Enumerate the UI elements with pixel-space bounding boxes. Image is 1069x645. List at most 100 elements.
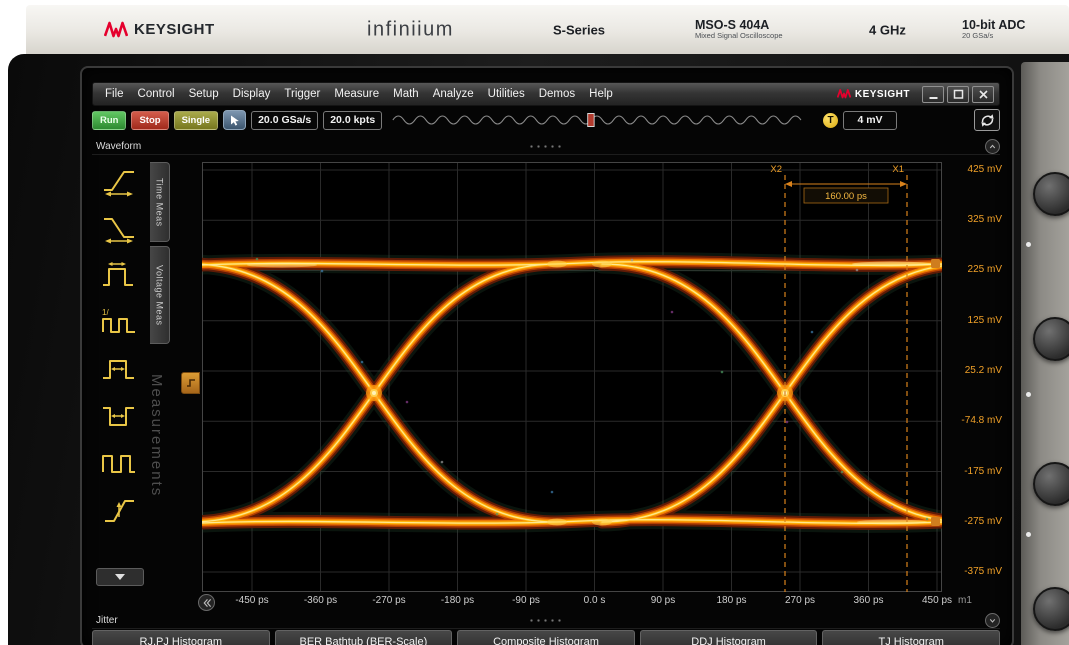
- collapse-up-button[interactable]: [985, 139, 1000, 154]
- y-label: -74.8 mV: [961, 415, 1002, 426]
- negative-width-icon[interactable]: [99, 399, 139, 433]
- x-label: -90 ps: [512, 595, 540, 606]
- rise-time-icon[interactable]: [99, 164, 139, 198]
- bandwidth-label: 4 GHz: [869, 22, 906, 37]
- maximize-button[interactable]: [947, 86, 969, 103]
- oscilloscope-front: KEYSIGHT infiniium S-Series MSO-S 404A M…: [0, 0, 1069, 645]
- touch-toggle-button[interactable]: [223, 110, 246, 130]
- panel-knob[interactable]: [1033, 172, 1069, 216]
- slide-out-handle[interactable]: [181, 372, 200, 394]
- right-edge-marker-top[interactable]: [931, 259, 940, 268]
- waveform-tab[interactable]: Waveform: [92, 141, 141, 152]
- menu-bar: File Control Setup Display Trigger Measu…: [92, 82, 1000, 106]
- positive-width-icon[interactable]: [99, 352, 139, 386]
- front-panel-controls: [1021, 62, 1069, 645]
- adc-subtitle: 20 GSa/s: [962, 32, 1025, 40]
- jitter-panel-header: Jitter: [92, 612, 1000, 629]
- run-button[interactable]: Run: [92, 111, 126, 130]
- panel-knob[interactable]: [1033, 317, 1069, 361]
- composite-histogram-button[interactable]: Composite Histogram: [457, 630, 635, 645]
- scroll-down-button[interactable]: [96, 568, 144, 586]
- triangle-down-icon: [115, 574, 125, 580]
- tab-time-meas[interactable]: Time Meas: [150, 162, 170, 242]
- x-label: 0.0 s: [584, 595, 606, 606]
- ddj-histogram-button[interactable]: DDJ Histogram: [640, 630, 818, 645]
- drag-dots-icon[interactable]: [528, 145, 564, 148]
- panel-led: [1026, 532, 1031, 537]
- x-label: 90 ps: [651, 595, 675, 606]
- close-button[interactable]: [972, 86, 994, 103]
- x-label: -270 ps: [372, 595, 405, 606]
- rj-pj-histogram-button[interactable]: RJ,PJ Histogram: [92, 630, 270, 645]
- double-chevron-left-icon: [202, 597, 212, 609]
- maximize-icon: [952, 88, 965, 101]
- y-label: 125 mV: [968, 315, 1002, 326]
- timebase-position-strip[interactable]: [391, 111, 814, 129]
- single-button[interactable]: Single: [174, 111, 219, 130]
- x-label: 270 ps: [785, 595, 815, 606]
- x-label: -360 ps: [304, 595, 337, 606]
- slew-rate-icon[interactable]: [99, 493, 139, 527]
- menu-item-setup[interactable]: Setup: [182, 88, 226, 100]
- panel-knob[interactable]: [1033, 462, 1069, 506]
- tj-histogram-button[interactable]: TJ Histogram: [822, 630, 1000, 645]
- ber-bathtub-button[interactable]: BER Bathtub (BER-Scale): [275, 630, 453, 645]
- collapse-down-button[interactable]: [985, 613, 1000, 628]
- chevron-up-icon: [988, 142, 997, 151]
- menu-item-demos[interactable]: Demos: [532, 88, 582, 100]
- y-label: 325 mV: [968, 214, 1002, 225]
- sample-rate-readout[interactable]: 20.0 GSa/s: [251, 111, 318, 130]
- drag-dots-icon[interactable]: [528, 619, 564, 622]
- pointer-icon: [228, 114, 241, 127]
- panel-led: [1026, 242, 1031, 247]
- voltage-axis: 425 mV 325 mV 225 mV 125 mV 25.2 mV -74.…: [948, 162, 1008, 592]
- y-label: 425 mV: [968, 164, 1002, 175]
- menu-item-utilities[interactable]: Utilities: [481, 88, 532, 100]
- right-edge-marker-bottom[interactable]: [931, 517, 940, 526]
- y-label: 225 mV: [968, 264, 1002, 275]
- close-icon: [977, 88, 990, 101]
- menu-item-measure[interactable]: Measure: [327, 88, 386, 100]
- x-label: 180 ps: [716, 595, 746, 606]
- frequency-icon[interactable]: 1/: [99, 305, 139, 339]
- keysight-logo: KEYSIGHT: [104, 20, 215, 40]
- minimize-button[interactable]: [922, 86, 944, 103]
- x-label: 450 ps: [922, 595, 952, 606]
- memory-depth-readout[interactable]: 20.0 kpts: [323, 111, 382, 130]
- autoscale-button[interactable]: [974, 109, 1000, 131]
- eye-diagram-display[interactable]: X2 X1 160.00 ps: [202, 162, 942, 592]
- trigger-level-readout[interactable]: 4 mV: [843, 111, 897, 130]
- menu-item-display[interactable]: Display: [226, 88, 278, 100]
- marker-m1-label[interactable]: m1: [958, 595, 972, 606]
- acquisition-toolbar: Run Stop Single 20.0 GSa/s 20.0 kpts T: [92, 108, 1000, 132]
- fall-time-icon[interactable]: [99, 211, 139, 245]
- model-subtitle: Mixed Signal Oscilloscope: [695, 32, 783, 40]
- jitter-tab[interactable]: Jitter: [92, 615, 118, 626]
- x-label: -450 ps: [235, 595, 268, 606]
- period-icon[interactable]: [99, 258, 139, 292]
- y-label: 25.2 mV: [965, 365, 1002, 376]
- menu-item-math[interactable]: Math: [386, 88, 426, 100]
- menu-item-help[interactable]: Help: [582, 88, 620, 100]
- waveform-panel-header: Waveform: [92, 138, 1000, 155]
- y-label: -275 mV: [964, 516, 1002, 527]
- menu-item-control[interactable]: Control: [131, 88, 182, 100]
- panel-knob[interactable]: [1033, 587, 1069, 631]
- menu-item-trigger[interactable]: Trigger: [277, 88, 327, 100]
- cursor-delta-value: 160.00 ps: [825, 191, 867, 202]
- collapse-sidebar-button[interactable]: [198, 594, 215, 611]
- model-block: MSO-S 404A Mixed Signal Oscilloscope: [695, 19, 783, 41]
- menu-item-file[interactable]: File: [98, 88, 131, 100]
- stop-button[interactable]: Stop: [131, 111, 168, 130]
- measurements-watermark: Measurements: [148, 374, 165, 569]
- time-axis: -450 ps -360 ps -270 ps -180 ps -90 ps 0…: [202, 595, 942, 608]
- trigger-position-marker[interactable]: [588, 114, 594, 127]
- duty-cycle-icon[interactable]: [99, 446, 139, 480]
- trigger-indicator: T: [823, 113, 838, 128]
- measurement-icons: 1/: [94, 164, 144, 527]
- menu-item-analyze[interactable]: Analyze: [426, 88, 481, 100]
- grid-svg: X2 X1 160.00 ps: [202, 162, 942, 592]
- y-label: -375 mV: [964, 566, 1002, 577]
- menubar-keysight-logo: KEYSIGHT: [837, 88, 910, 100]
- tab-voltage-meas[interactable]: Voltage Meas: [150, 246, 170, 344]
